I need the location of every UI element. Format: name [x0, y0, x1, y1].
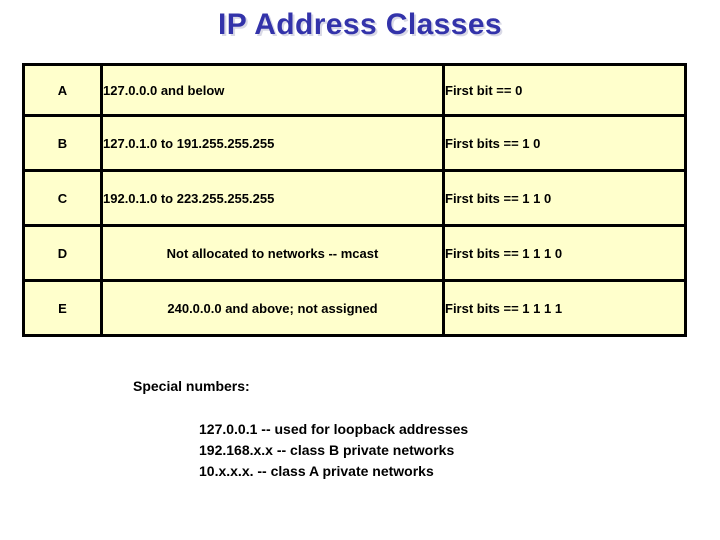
cell-range-c: 192.0.1.0 to 223.255.255.255 — [100, 169, 445, 227]
page-title: IP Address Classes — [217, 8, 503, 41]
cell-bits-e: First bits == 1 1 1 1 — [442, 279, 687, 337]
cell-class-a: A — [22, 63, 103, 117]
cell-range-a: 127.0.0.0 and below — [100, 63, 445, 117]
list-item: 127.0.0.1 -- used for loopback addresses — [199, 421, 469, 437]
cell-class-c: C — [22, 169, 103, 227]
table-row: D Not allocated to networks -- mcast Fir… — [22, 224, 687, 282]
cell-bits-c: First bits == 1 1 0 — [442, 169, 687, 227]
cell-bits-a: First bit == 0 — [442, 63, 687, 117]
table-row: B 127.0.1.0 to 191.255.255.255 First bit… — [22, 114, 687, 172]
special-numbers-list: 127.0.0.1 -- used for loopback addresses… — [199, 419, 468, 482]
cell-class-b: B — [22, 114, 103, 172]
cell-range-d: Not allocated to networks -- mcast — [100, 224, 445, 282]
list-item: 192.168.x.x -- class B private networks — [199, 442, 455, 458]
table-body: A 127.0.0.0 and below First bit == 0 B 1… — [22, 63, 687, 337]
cell-class-d: D — [22, 224, 103, 282]
special-numbers-heading: Special numbers: — [133, 378, 250, 394]
cell-class-e: E — [22, 279, 103, 337]
cell-bits-b: First bits == 1 0 — [442, 114, 687, 172]
ip-address-classes-table: A 127.0.0.0 and below First bit == 0 B 1… — [22, 63, 687, 337]
table-row: E 240.0.0.0 and above; not assigned Firs… — [22, 279, 687, 337]
cell-bits-d: First bits == 1 1 1 0 — [442, 224, 687, 282]
cell-range-e: 240.0.0.0 and above; not assigned — [100, 279, 445, 337]
list-item: 10.x.x.x. -- class A private networks — [199, 463, 434, 479]
table-row: C 192.0.1.0 to 223.255.255.255 First bit… — [22, 169, 687, 227]
cell-range-b: 127.0.1.0 to 191.255.255.255 — [100, 114, 445, 172]
table-row: A 127.0.0.0 and below First bit == 0 — [22, 63, 687, 117]
